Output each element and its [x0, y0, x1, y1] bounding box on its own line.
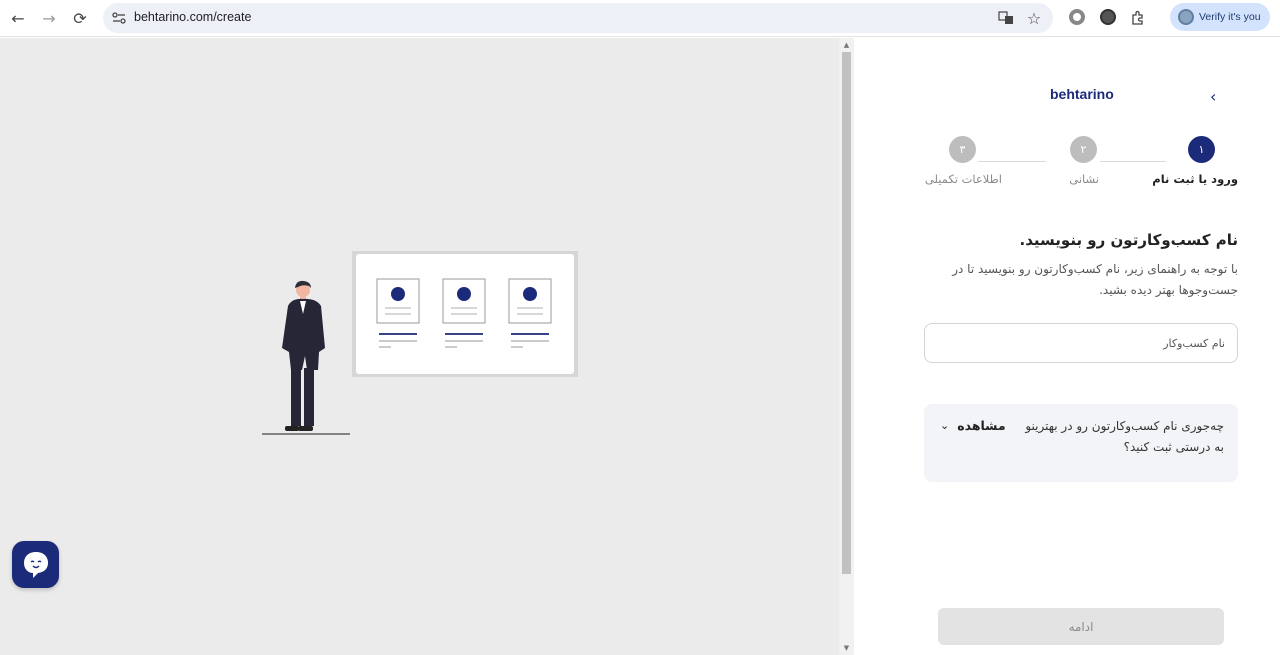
continue-button[interactable]: ادامه	[938, 608, 1224, 645]
step-1-circle: ۱	[1188, 136, 1215, 163]
step-1-label: ورود یا ثبت نام	[1152, 172, 1238, 186]
step-connector	[978, 161, 1046, 162]
chat-bubble-icon	[23, 551, 48, 578]
help-view-label: مشاهده	[957, 418, 1006, 433]
step-2-circle: ۲	[1070, 136, 1097, 163]
help-box: چه‌جوری نام کسب‌وکارتون رو در بهترینو به…	[924, 404, 1238, 482]
step-3-label: اطلاعات تکمیلی	[924, 172, 1002, 186]
profile-avatar	[1178, 9, 1194, 25]
browser-toolbar: ← → ⟳ behtarino.com/create ☆ Verify it's…	[0, 0, 1280, 37]
extension-k-icon[interactable]	[1100, 9, 1116, 25]
extension-icon[interactable]	[1069, 9, 1085, 25]
page-title: نام کسب‌وکارتون رو بنویسید.	[1019, 231, 1238, 249]
scroll-up-icon[interactable]: ▲	[842, 41, 851, 49]
business-name-input[interactable]	[924, 323, 1238, 363]
behtarino-logo[interactable]: behtarino	[1050, 86, 1114, 102]
scroll-thumb[interactable]	[842, 52, 851, 574]
chevron-down-icon: ⌄	[940, 419, 950, 432]
step-connector	[1100, 161, 1166, 162]
scrollbar[interactable]: ▲ ▼	[839, 38, 854, 655]
forward-icon[interactable]: →	[37, 6, 61, 30]
bookmark-star-icon[interactable]: ☆	[1025, 9, 1043, 28]
extensions-puzzle-icon[interactable]	[1126, 6, 1150, 30]
address-bar[interactable]: behtarino.com/create ☆	[103, 3, 1053, 33]
step-2-label: نشانی	[1069, 172, 1099, 186]
site-settings-icon[interactable]	[111, 10, 127, 26]
profile-verify-button[interactable]: Verify it's you	[1170, 3, 1270, 31]
illustration-pane	[0, 38, 839, 655]
signup-form-pane: behtarino › ۱ ۲ ۳ ورود یا ثبت نام نشانی …	[854, 38, 1280, 655]
back-icon[interactable]: ←	[6, 6, 30, 30]
help-view-toggle[interactable]: مشاهده ⌄	[940, 418, 1006, 433]
chat-support-button[interactable]	[12, 541, 59, 588]
help-text: چه‌جوری نام کسب‌وکارتون رو در بهترینو به…	[1025, 419, 1224, 454]
reload-icon[interactable]: ⟳	[68, 6, 92, 30]
back-chevron-icon[interactable]: ›	[1210, 87, 1216, 106]
scroll-down-icon[interactable]: ▼	[842, 644, 851, 652]
illustration-person-board	[262, 251, 578, 435]
step-3-circle: ۳	[949, 136, 976, 163]
url-text[interactable]: behtarino.com/create	[134, 10, 251, 24]
profile-verify-label: Verify it's you	[1199, 11, 1261, 23]
translate-icon[interactable]	[997, 9, 1015, 27]
page-description: با توجه به راهنمای زیر، نام کسب‌وکارتون …	[952, 262, 1238, 297]
